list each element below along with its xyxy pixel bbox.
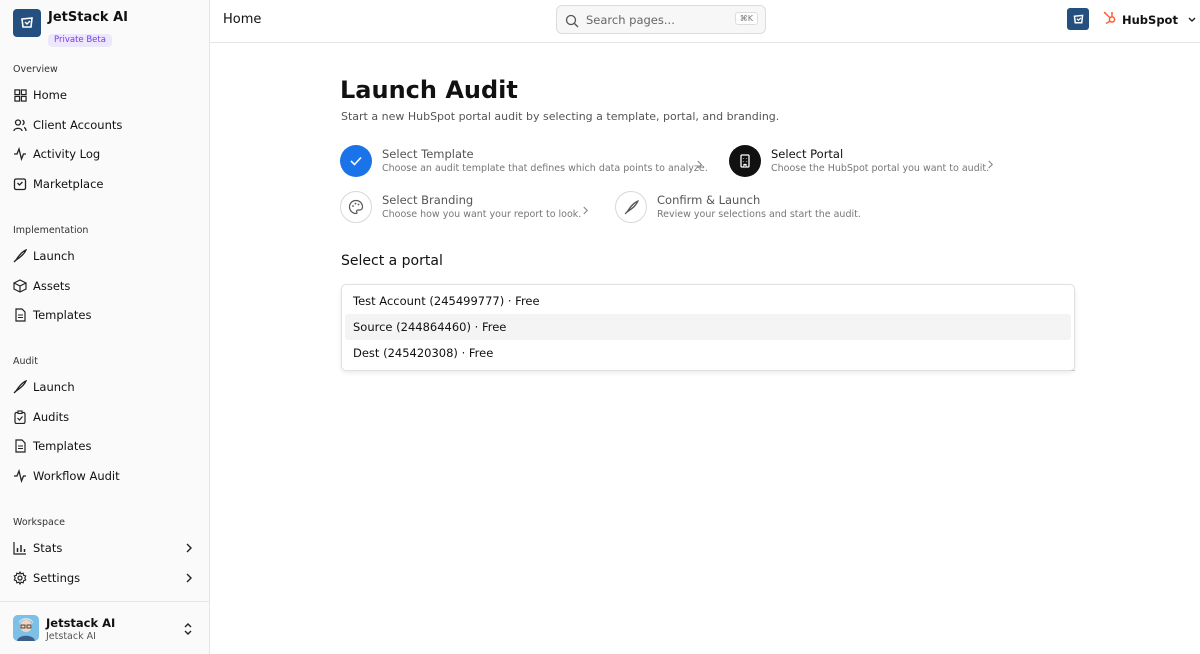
app-root: JetStack AI Private Beta Overview Home C…: [0, 0, 1200, 654]
sidebar: JetStack AI Private Beta Overview Home C…: [0, 0, 210, 654]
portal-option[interactable]: Test Account (245499777) · Free: [345, 288, 1071, 314]
bar-chart-icon: [13, 541, 27, 555]
step-status-icon: [340, 191, 372, 223]
step-status-icon: [615, 191, 647, 223]
search-placeholder: Search pages...: [586, 13, 675, 27]
store-icon: [13, 177, 27, 191]
sidebar-item-label: Launch: [33, 380, 75, 394]
sidebar-item-home[interactable]: Home: [13, 83, 197, 107]
sidebar-item-label: Client Accounts: [33, 118, 123, 132]
sidebar-item-label: Settings: [33, 571, 81, 585]
portal-option[interactable]: Source (244864460) · Free: [345, 314, 1071, 340]
step-status-icon: [729, 145, 761, 177]
step-description: Choose how you want your report to look.: [382, 209, 582, 220]
avatar: [13, 615, 39, 641]
sidebar-item-impl-templates[interactable]: Templates: [13, 303, 197, 327]
sidebar-item-workflow-audit[interactable]: Workflow Audit: [13, 464, 197, 488]
sidebar-item-label: Marketplace: [33, 177, 104, 191]
sidebar-item-impl-launch[interactable]: Launch: [13, 244, 197, 268]
step-title: Confirm & Launch: [657, 193, 761, 207]
chevron-right-icon: [987, 155, 994, 174]
sidebar-item-settings[interactable]: Settings: [13, 566, 197, 590]
building-icon: [740, 154, 750, 168]
sidebar-item-label: Stats: [33, 541, 63, 555]
check-icon: [350, 156, 362, 166]
step-description: Choose an audit template that defines wh…: [382, 163, 708, 174]
section-label-implementation: Implementation: [13, 225, 89, 236]
user-subtitle: Jetstack AI: [46, 631, 96, 642]
box-icon: [13, 279, 27, 293]
chevrons-up-down-icon[interactable]: [183, 621, 193, 640]
sidebar-item-audit-launch[interactable]: Launch: [13, 375, 197, 399]
step-select-template[interactable]: Select Template Choose an audit template…: [340, 145, 708, 177]
sidebar-item-client-accounts[interactable]: Client Accounts: [13, 113, 197, 137]
brand-name: JetStack AI: [48, 10, 128, 25]
rocket-icon: [13, 249, 27, 263]
chevron-right-icon: [185, 542, 193, 557]
portal-option[interactable]: Dest (245420308) · Free: [345, 340, 1071, 366]
sidebar-item-label: Audits: [33, 410, 70, 424]
file-icon: [13, 308, 27, 322]
section-title: Select a portal: [341, 253, 443, 269]
hubspot-icon: [1103, 11, 1117, 28]
chevron-right-icon: [696, 155, 703, 174]
sidebar-item-marketplace[interactable]: Marketplace: [13, 172, 197, 196]
section-label-overview: Overview: [13, 64, 58, 75]
user-name: Jetstack AI: [46, 616, 116, 630]
brand-logo-icon[interactable]: [1067, 8, 1089, 30]
section-label-audit: Audit: [13, 356, 38, 367]
search-shortcut: ⌘K: [734, 12, 758, 25]
rocket-icon: [624, 199, 639, 214]
hubspot-account-switcher[interactable]: HubSpot: [1103, 11, 1197, 28]
chevron-down-icon: [1187, 13, 1197, 27]
sidebar-item-assets[interactable]: Assets: [13, 274, 197, 298]
private-beta-badge: Private Beta: [48, 34, 112, 47]
file-icon: [13, 439, 27, 453]
sidebar-item-audit-templates[interactable]: Templates: [13, 434, 197, 458]
step-status-icon: [340, 145, 372, 177]
sidebar-item-audits[interactable]: Audits: [13, 405, 197, 429]
sidebar-item-activity-log[interactable]: Activity Log: [13, 142, 197, 166]
top-header: Home Search pages... ⌘K HubSpot: [210, 0, 1200, 43]
grid-icon: [13, 88, 27, 102]
sidebar-item-label: Templates: [33, 308, 92, 322]
chevron-right-icon: [582, 201, 589, 220]
step-confirm-launch[interactable]: Confirm & Launch Review your selections …: [615, 191, 861, 223]
step-title: Select Branding: [382, 193, 474, 207]
users-icon: [13, 118, 27, 132]
rocket-icon: [13, 380, 27, 394]
section-label-workspace: Workspace: [13, 517, 65, 528]
brand[interactable]: JetStack AI Private Beta: [13, 9, 128, 47]
step-description: Choose the HubSpot portal you want to au…: [771, 163, 990, 174]
search-input[interactable]: Search pages... ⌘K: [556, 5, 766, 34]
page-title: Launch Audit: [340, 76, 518, 104]
page-subtitle: Start a new HubSpot portal audit by sele…: [341, 110, 780, 123]
sidebar-item-label: Launch: [33, 249, 75, 263]
palette-icon: [348, 199, 364, 215]
step-description: Review your selections and start the aud…: [657, 209, 861, 220]
user-menu[interactable]: Jetstack AI Jetstack AI: [0, 601, 209, 654]
gear-icon: [13, 571, 27, 585]
portal-dropdown: Test Account (245499777) · Free Source (…: [341, 284, 1075, 371]
sidebar-item-label: Home: [33, 88, 67, 102]
sidebar-item-stats[interactable]: Stats: [13, 536, 197, 560]
sidebar-item-label: Workflow Audit: [33, 469, 120, 483]
sidebar-item-label: Activity Log: [33, 147, 101, 161]
step-title: Select Portal: [771, 147, 844, 161]
step-select-portal[interactable]: Select Portal Choose the HubSpot portal …: [729, 145, 989, 177]
brand-logo-icon: [13, 9, 41, 37]
activity-icon: [13, 147, 27, 161]
clipboard-icon: [13, 410, 27, 424]
sidebar-item-label: Assets: [33, 279, 71, 293]
step-select-branding[interactable]: Select Branding Choose how you want your…: [340, 191, 581, 223]
step-title: Select Template: [382, 147, 474, 161]
activity-icon: [13, 469, 27, 483]
page-breadcrumb: Home: [223, 12, 262, 27]
hubspot-label: HubSpot: [1122, 12, 1178, 27]
chevron-right-icon: [185, 572, 193, 587]
sidebar-item-label: Templates: [33, 439, 92, 453]
search-icon: [565, 13, 579, 32]
